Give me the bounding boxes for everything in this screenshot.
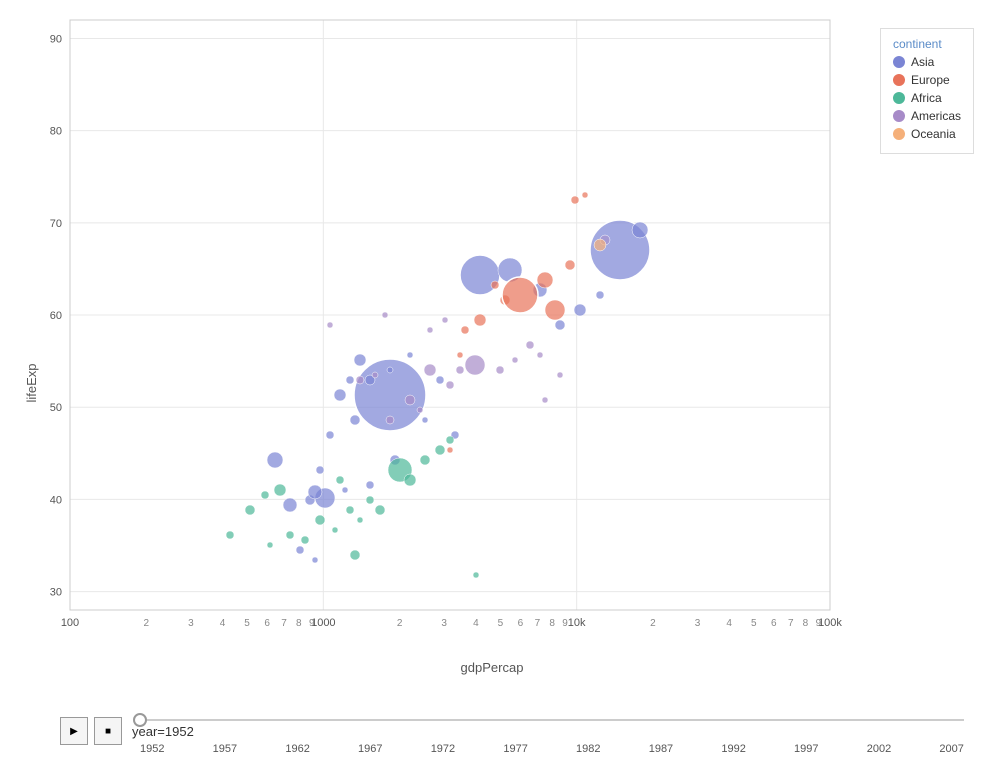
- year-tick-1962: 1962: [285, 743, 309, 755]
- year-tick-2007: 2007: [939, 743, 963, 755]
- svg-text:60: 60: [50, 310, 62, 322]
- svg-text:10k: 10k: [568, 617, 586, 629]
- legend-item-americas: Americas: [893, 109, 961, 123]
- year-tick-1997: 1997: [794, 743, 818, 755]
- svg-text:8: 8: [296, 618, 302, 629]
- svg-text:7: 7: [788, 618, 794, 629]
- chart-container: 30405060708090100100010k100k234567892345…: [0, 0, 984, 765]
- year-tick-2002: 2002: [867, 743, 891, 755]
- year-tick-1977: 1977: [503, 743, 527, 755]
- legend-title: continent: [893, 37, 961, 51]
- x-axis-label: gdpPercap: [461, 660, 524, 675]
- y-axis-label: lifeExp: [24, 363, 39, 402]
- svg-text:7: 7: [281, 618, 287, 629]
- svg-text:5: 5: [751, 618, 757, 629]
- svg-text:9: 9: [309, 618, 315, 629]
- svg-text:2: 2: [650, 618, 656, 629]
- svg-text:5: 5: [244, 618, 250, 629]
- svg-text:50: 50: [50, 402, 62, 414]
- legend-item-africa: Africa: [893, 91, 961, 105]
- year-tick-1967: 1967: [358, 743, 382, 755]
- year-tick-1987: 1987: [649, 743, 673, 755]
- year-tick-1982: 1982: [576, 743, 600, 755]
- slider-track: [140, 719, 964, 721]
- svg-text:2: 2: [397, 618, 403, 629]
- svg-text:4: 4: [220, 618, 226, 629]
- svg-text:8: 8: [803, 618, 809, 629]
- svg-text:1000: 1000: [311, 617, 335, 629]
- svg-text:3: 3: [695, 618, 701, 629]
- svg-text:30: 30: [50, 587, 62, 599]
- slider-thumb[interactable]: [133, 713, 147, 727]
- svg-text:3: 3: [441, 618, 447, 629]
- svg-text:4: 4: [726, 618, 732, 629]
- svg-text:9: 9: [816, 618, 822, 629]
- svg-text:6: 6: [264, 618, 270, 629]
- svg-text:80: 80: [50, 126, 62, 138]
- svg-text:9: 9: [562, 618, 568, 629]
- year-slider-container: [140, 710, 964, 730]
- svg-text:70: 70: [50, 218, 62, 230]
- svg-text:2: 2: [143, 618, 149, 629]
- svg-text:6: 6: [518, 618, 524, 629]
- svg-text:100k: 100k: [818, 617, 842, 629]
- scatter-plot: 30405060708090100100010k100k234567892345…: [0, 0, 984, 765]
- legend: continent Asia Europe Africa Americas Oceani…: [880, 28, 974, 154]
- legend-item-europe: Europe: [893, 73, 961, 87]
- svg-text:40: 40: [50, 494, 62, 506]
- year-tick-1992: 1992: [721, 743, 745, 755]
- year-axis: 1952 1957 1962 1967 1972 1977 1982 1987 1992 1997…: [140, 743, 964, 755]
- svg-text:100: 100: [61, 617, 79, 629]
- svg-text:6: 6: [771, 618, 777, 629]
- year-tick-1957: 1957: [213, 743, 237, 755]
- year-tick-1972: 1972: [431, 743, 455, 755]
- svg-text:8: 8: [549, 618, 555, 629]
- svg-text:7: 7: [535, 618, 541, 629]
- svg-text:4: 4: [473, 618, 479, 629]
- year-tick-1952: 1952: [140, 743, 164, 755]
- svg-text:3: 3: [188, 618, 194, 629]
- svg-text:5: 5: [498, 618, 504, 629]
- legend-item-oceania: Oceania: [893, 127, 961, 141]
- svg-text:90: 90: [50, 33, 62, 45]
- legend-item-asia: Asia: [893, 55, 961, 69]
- stop-button[interactable]: ■: [94, 717, 122, 745]
- play-button[interactable]: ▶: [60, 717, 88, 745]
